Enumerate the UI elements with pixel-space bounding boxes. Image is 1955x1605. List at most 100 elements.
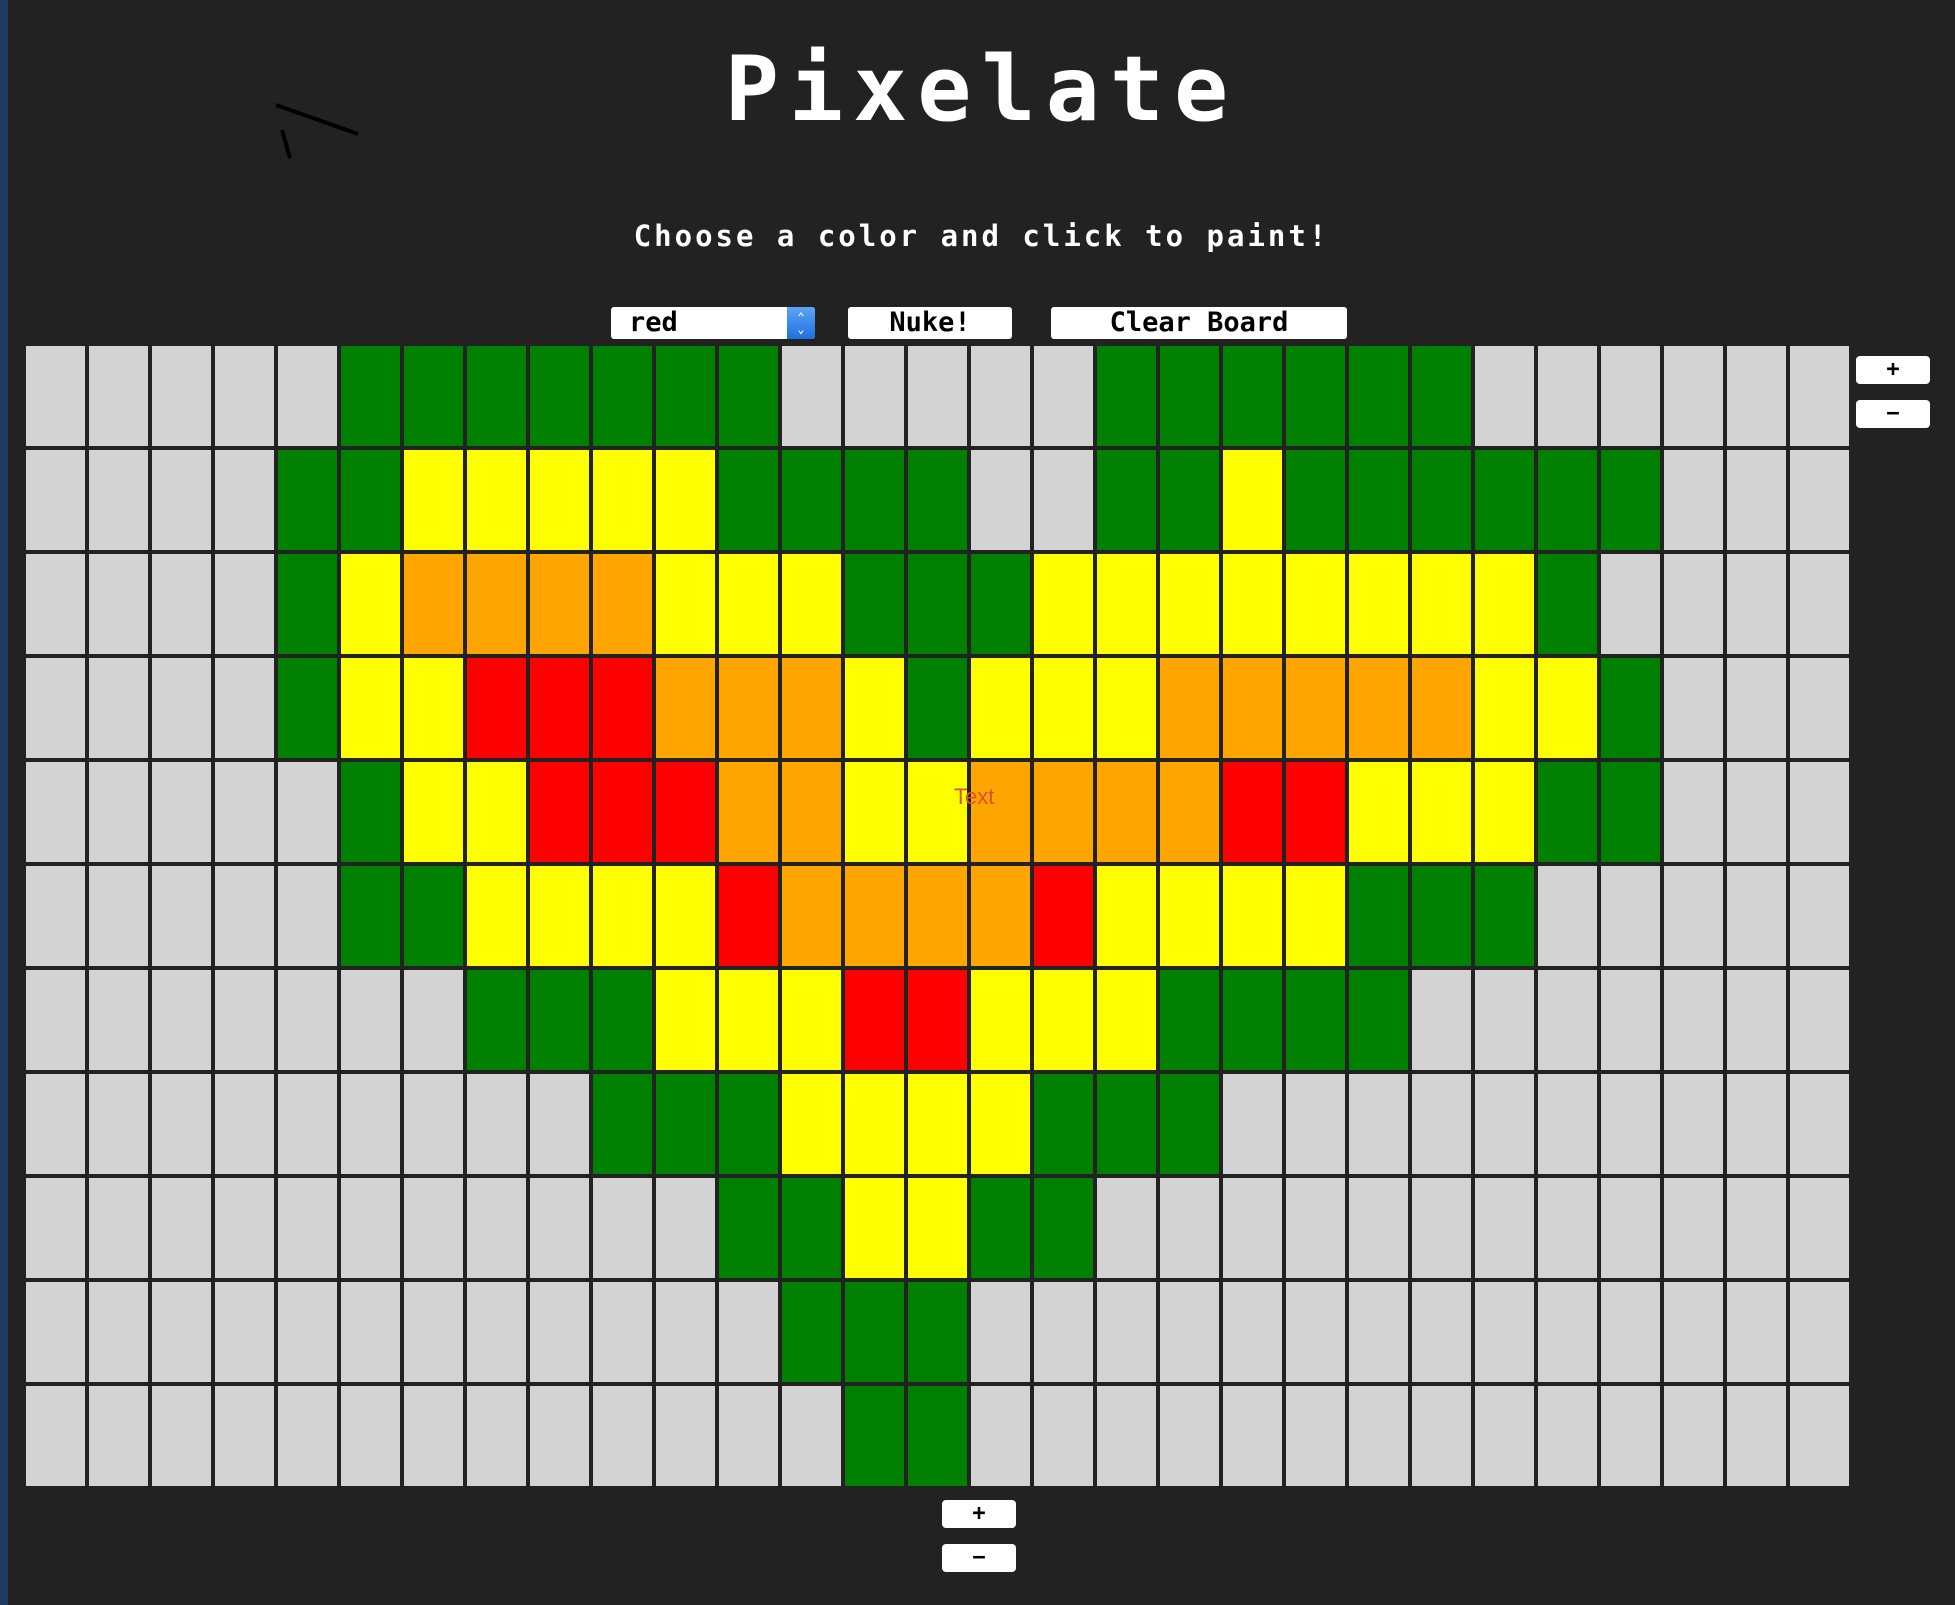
pixel-cell[interactable] (1347, 1176, 1410, 1280)
pixel-cell[interactable] (969, 1176, 1032, 1280)
pixel-cell[interactable] (24, 344, 87, 448)
pixel-cell[interactable] (906, 448, 969, 552)
pixel-cell[interactable] (1221, 968, 1284, 1072)
pixel-cell[interactable] (654, 760, 717, 864)
pixel-cell[interactable] (1410, 968, 1473, 1072)
pixel-cell[interactable] (1347, 344, 1410, 448)
pixel-cell[interactable] (1662, 1280, 1725, 1384)
pixel-cell[interactable] (591, 1176, 654, 1280)
pixel-cell[interactable] (843, 344, 906, 448)
pixel-cell[interactable] (1347, 864, 1410, 968)
pixel-cell[interactable] (1725, 864, 1788, 968)
pixel-cell[interactable] (1032, 1384, 1095, 1488)
pixel-cell[interactable] (402, 968, 465, 1072)
pixel-cell[interactable] (24, 552, 87, 656)
pixel-cell[interactable] (1158, 864, 1221, 968)
pixel-cell[interactable] (213, 656, 276, 760)
pixel-cell[interactable] (1410, 1384, 1473, 1488)
pixel-cell[interactable] (24, 1384, 87, 1488)
pixel-cell[interactable] (24, 1176, 87, 1280)
pixel-cell[interactable] (654, 968, 717, 1072)
pixel-cell[interactable] (1473, 344, 1536, 448)
pixel-cell[interactable] (150, 1384, 213, 1488)
pixel-cell[interactable] (213, 1384, 276, 1488)
pixel-cell[interactable] (1473, 1384, 1536, 1488)
pixel-cell[interactable] (906, 1072, 969, 1176)
pixel-cell[interactable] (906, 864, 969, 968)
pixel-cell[interactable] (969, 1280, 1032, 1384)
pixel-cell[interactable] (24, 448, 87, 552)
pixel-cell[interactable] (1473, 968, 1536, 1072)
pixel-cell[interactable] (780, 1072, 843, 1176)
pixel-cell[interactable] (1473, 1072, 1536, 1176)
pixel-cell[interactable] (1473, 656, 1536, 760)
pixel-cell[interactable] (1032, 448, 1095, 552)
pixel-cell[interactable] (1284, 864, 1347, 968)
pixel-cell[interactable] (654, 1176, 717, 1280)
pixel-cell[interactable] (150, 760, 213, 864)
pixel-cell[interactable] (213, 968, 276, 1072)
pixel-cell[interactable] (1410, 448, 1473, 552)
pixel-cell[interactable] (654, 656, 717, 760)
pixel-cell[interactable] (906, 760, 969, 864)
pixel-cell[interactable] (1095, 656, 1158, 760)
pixel-cell[interactable] (87, 968, 150, 1072)
pixel-cell[interactable] (150, 448, 213, 552)
pixel-cell[interactable] (843, 552, 906, 656)
pixel-cell[interactable] (969, 864, 1032, 968)
pixel-cell[interactable] (1158, 1384, 1221, 1488)
pixel-cell[interactable] (1725, 968, 1788, 1072)
pixel-cell[interactable] (402, 656, 465, 760)
pixel-cell[interactable] (276, 864, 339, 968)
pixel-cell[interactable] (150, 1176, 213, 1280)
pixel-cell[interactable] (1599, 1176, 1662, 1280)
pixel-cell[interactable] (1284, 1072, 1347, 1176)
pixel-cell[interactable] (780, 1280, 843, 1384)
pixel-cell[interactable] (717, 1280, 780, 1384)
pixel-cell[interactable] (843, 1280, 906, 1384)
pixel-cell[interactable] (969, 1072, 1032, 1176)
pixel-cell[interactable] (1095, 1384, 1158, 1488)
pixel-cell[interactable] (906, 552, 969, 656)
pixel-cell[interactable] (969, 1384, 1032, 1488)
pixel-cell[interactable] (1095, 864, 1158, 968)
pixel-cell[interactable] (528, 1384, 591, 1488)
pixel-cell[interactable] (1221, 552, 1284, 656)
pixel-cell[interactable] (213, 1072, 276, 1176)
pixel-cell[interactable] (465, 1176, 528, 1280)
pixel-cell[interactable] (213, 1280, 276, 1384)
add-column-button[interactable]: + (1856, 356, 1930, 384)
pixel-cell[interactable] (150, 864, 213, 968)
pixel-cell[interactable] (1536, 1280, 1599, 1384)
add-row-button[interactable]: + (942, 1500, 1016, 1528)
pixel-cell[interactable] (1284, 656, 1347, 760)
pixel-cell[interactable] (843, 1072, 906, 1176)
pixel-cell[interactable] (213, 1176, 276, 1280)
pixel-cell[interactable] (87, 1384, 150, 1488)
pixel-cell[interactable] (969, 760, 1032, 864)
pixel-cell[interactable] (1788, 1384, 1851, 1488)
pixel-cell[interactable] (528, 552, 591, 656)
pixel-cell[interactable] (1536, 448, 1599, 552)
pixel-cell[interactable] (780, 344, 843, 448)
pixel-cell[interactable] (528, 760, 591, 864)
pixel-cell[interactable] (465, 656, 528, 760)
pixel-cell[interactable] (150, 552, 213, 656)
pixel-cell[interactable] (906, 1280, 969, 1384)
pixel-cell[interactable] (24, 968, 87, 1072)
pixel-cell[interactable] (339, 1384, 402, 1488)
pixel-cell[interactable] (1473, 1280, 1536, 1384)
pixel-cell[interactable] (1158, 760, 1221, 864)
pixel-cell[interactable] (1536, 968, 1599, 1072)
pixel-cell[interactable] (24, 1280, 87, 1384)
pixel-cell[interactable] (1347, 760, 1410, 864)
pixel-cell[interactable] (1662, 1072, 1725, 1176)
pixel-cell[interactable] (969, 968, 1032, 1072)
pixel-cell[interactable] (654, 448, 717, 552)
pixel-cell[interactable] (528, 656, 591, 760)
pixel-cell[interactable] (1536, 552, 1599, 656)
pixel-cell[interactable] (1032, 864, 1095, 968)
clear-board-button[interactable]: Clear Board (1051, 307, 1347, 339)
pixel-cell[interactable] (465, 1072, 528, 1176)
pixel-cell[interactable] (1788, 1280, 1851, 1384)
